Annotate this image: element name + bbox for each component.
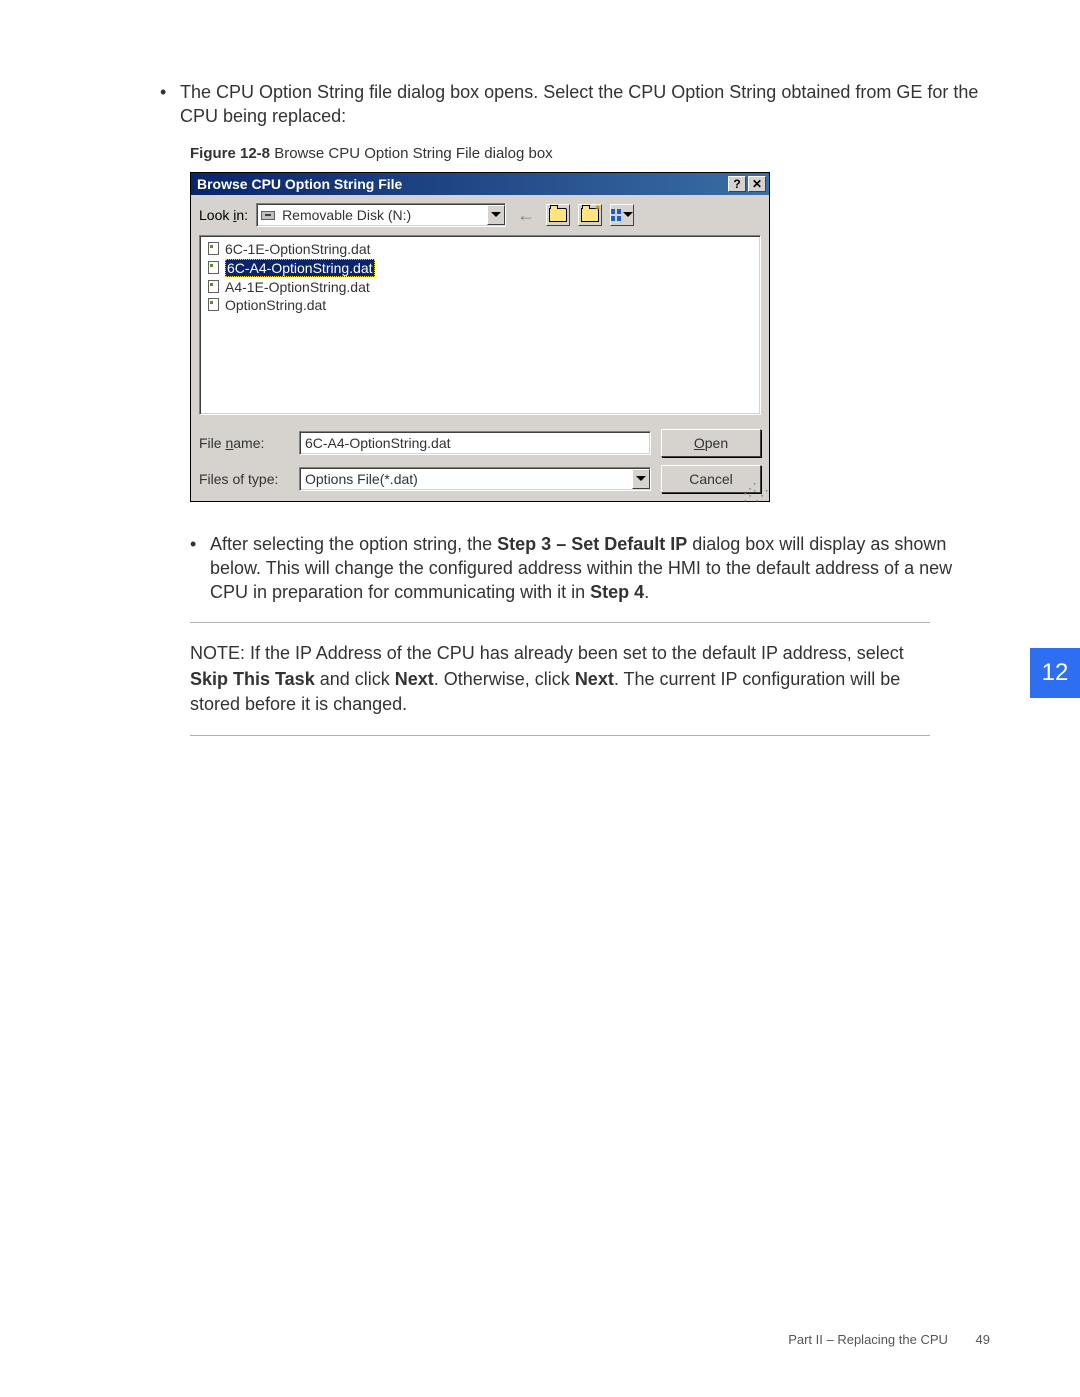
bullet-item-2: • After selecting the option string, the… xyxy=(190,532,990,605)
arrow-left-icon: ← xyxy=(517,206,535,224)
figure-caption: Figure 12-8 Browse CPU Option String Fil… xyxy=(190,145,990,162)
help-button[interactable]: ? xyxy=(728,176,746,192)
file-name: 6C-1E-OptionString.dat xyxy=(225,241,371,257)
footer-text: Part II – Replacing the CPU xyxy=(788,1332,948,1347)
divider xyxy=(190,622,930,623)
bullet-item-1: • The CPU Option String file dialog box … xyxy=(160,80,990,129)
file-item[interactable]: A4-1E-OptionString.dat xyxy=(204,278,756,296)
lookin-value: Removable Disk (N:) xyxy=(280,207,487,223)
filetype-label: Files of type: xyxy=(199,471,289,487)
views-button[interactable] xyxy=(610,204,634,226)
filetype-combo[interactable]: Options File(*.dat) xyxy=(299,467,651,491)
file-item-selected[interactable]: 6C-A4-OptionString.dat xyxy=(204,258,756,278)
dialog-bottom: File name: 6C-A4-OptionString.dat Open F… xyxy=(191,423,769,501)
filename-input[interactable]: 6C-A4-OptionString.dat xyxy=(299,431,651,455)
file-item[interactable]: OptionString.dat xyxy=(204,296,756,314)
figure-title: Browse CPU Option String File dialog box xyxy=(270,145,553,162)
views-icon xyxy=(611,209,621,221)
figure-number: Figure 12-8 xyxy=(190,145,270,162)
lookin-toolbar: Look in: Removable Disk (N:) ← xyxy=(191,195,769,235)
file-list[interactable]: 6C-1E-OptionString.dat 6C-A4-OptionStrin… xyxy=(199,235,761,415)
filetype-value: Options File(*.dat) xyxy=(303,471,632,487)
close-button[interactable]: ✕ xyxy=(748,176,766,192)
back-button[interactable]: ← xyxy=(514,204,538,226)
dropdown-icon[interactable] xyxy=(632,469,650,489)
file-icon xyxy=(206,261,222,275)
bullet-text-1: The CPU Option String file dialog box op… xyxy=(180,80,990,129)
file-icon xyxy=(206,242,222,256)
bullet-text-2: After selecting the option string, the S… xyxy=(210,532,990,605)
bullet-dot: • xyxy=(160,80,180,129)
file-icon xyxy=(206,280,222,294)
folder-new-icon xyxy=(581,208,599,222)
dialog-titlebar: Browse CPU Option String File ? ✕ xyxy=(191,173,769,195)
browse-file-dialog: Browse CPU Option String File ? ✕ Look i… xyxy=(190,172,770,502)
new-folder-button[interactable] xyxy=(578,204,602,226)
chevron-down-icon xyxy=(623,212,633,217)
removable-disk-icon xyxy=(260,208,276,222)
note-block: NOTE: If the IP Address of the CPU has a… xyxy=(190,641,930,717)
open-button[interactable]: Open xyxy=(661,429,761,457)
folder-up-icon xyxy=(549,208,567,222)
file-name: OptionString.dat xyxy=(225,297,326,313)
dropdown-icon[interactable] xyxy=(487,205,505,225)
bullet-dot: • xyxy=(190,532,210,605)
up-folder-button[interactable] xyxy=(546,204,570,226)
file-item[interactable]: 6C-1E-OptionString.dat xyxy=(204,240,756,258)
lookin-combo[interactable]: Removable Disk (N:) xyxy=(256,203,506,227)
chapter-tab: 12 xyxy=(1030,648,1080,698)
page-footer: Part II – Replacing the CPU 49 xyxy=(788,1332,990,1347)
divider xyxy=(190,735,930,736)
page-number: 49 xyxy=(976,1332,990,1347)
resize-grip-icon[interactable]: ⋰⋰⋰ xyxy=(743,485,767,499)
filename-label: File name: xyxy=(199,435,289,451)
lookin-label: Look in: xyxy=(199,207,248,223)
file-name: A4-1E-OptionString.dat xyxy=(225,279,370,295)
file-name: 6C-A4-OptionString.dat xyxy=(225,259,375,277)
file-icon xyxy=(206,298,222,312)
dialog-title: Browse CPU Option String File xyxy=(197,176,726,192)
